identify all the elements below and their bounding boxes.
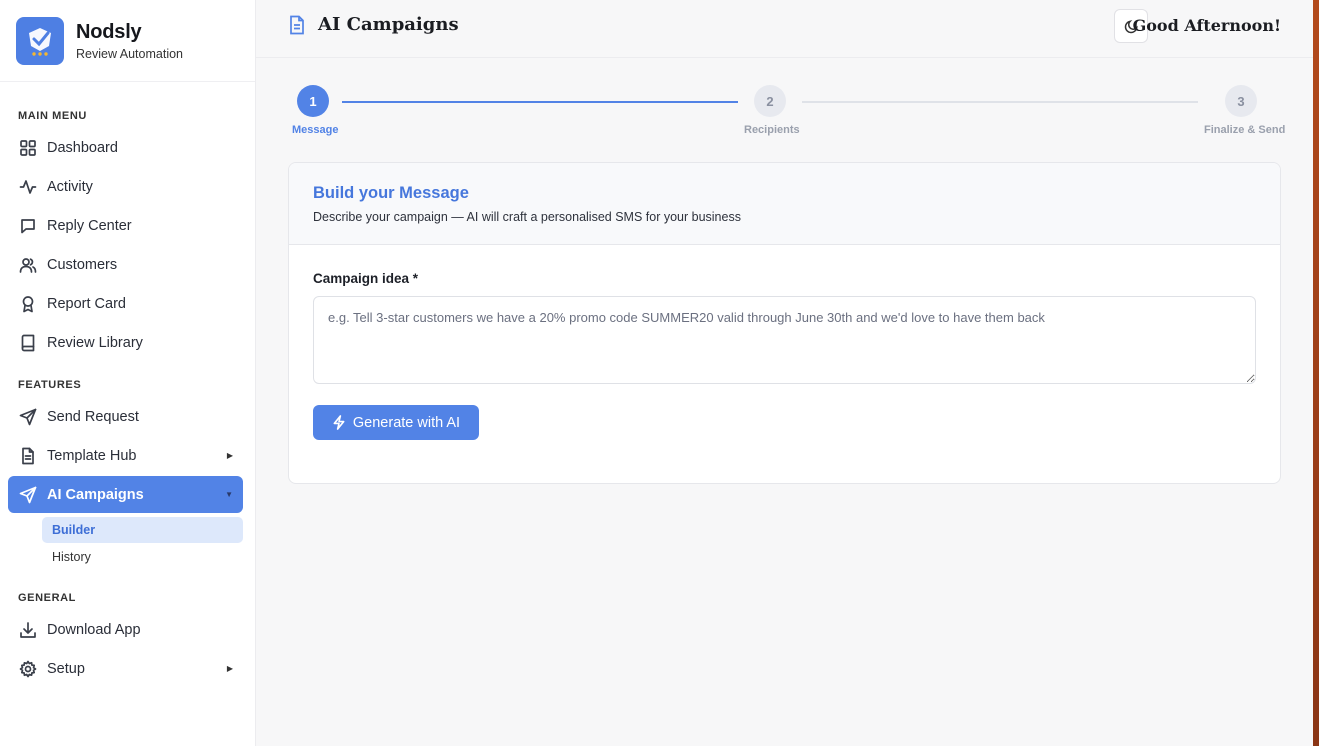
sidebar-item-dashboard[interactable]: Dashboard — [8, 129, 243, 166]
sidebar-item-label: Activity — [47, 178, 93, 195]
file-text-icon — [19, 447, 37, 465]
sidebar-item-activity[interactable]: Activity — [8, 168, 243, 205]
step-1-circle: 1 — [297, 85, 329, 117]
page-title: AI Campaigns — [318, 14, 459, 35]
chat-bubble-icon — [19, 217, 37, 235]
page-title-wrap: AI Campaigns — [288, 14, 459, 35]
brand-name: Nodsly — [76, 20, 142, 43]
card-header: Build your Message Describe your campaig… — [289, 163, 1280, 245]
campaign-idea-label: Campaign idea * — [313, 271, 419, 286]
step-3-circle: 3 — [1225, 85, 1257, 117]
generate-with-ai-button[interactable]: Generate with AI — [313, 405, 479, 440]
sidebar-item-setup[interactable]: Setup ▶ — [8, 650, 243, 687]
sidebar-item-label: Setup — [47, 660, 85, 677]
brand-header: Nodsly Review Automation — [0, 0, 255, 82]
section-label-main-menu: MAIN MENU — [18, 110, 87, 122]
sidebar-item-report-card[interactable]: Report Card — [8, 285, 243, 322]
users-icon — [19, 256, 37, 274]
gear-icon — [19, 660, 37, 678]
document-icon — [290, 15, 304, 34]
sidebar-item-label: Template Hub — [47, 447, 137, 464]
campaign-idea-input[interactable] — [313, 296, 1256, 384]
send-icon — [19, 486, 37, 504]
chevron-right-icon: ▶ — [226, 451, 233, 460]
message-builder-card: Build your Message Describe your campaig… — [288, 162, 1281, 484]
sidebar-item-label: Report Card — [47, 295, 126, 312]
sidebar: Nodsly Review Automation MAIN MENU Dashb… — [0, 0, 256, 746]
chevron-down-icon: ▼ — [225, 490, 233, 499]
step-1-label: Message — [292, 124, 339, 136]
step-3-label: Finalize & Send — [1204, 124, 1286, 136]
grid-icon — [19, 139, 37, 157]
sidebar-item-label: Send Request — [47, 408, 139, 425]
top-bar: AI Campaigns Good Afternoon! — [256, 0, 1313, 58]
sidebar-item-customers[interactable]: Customers — [8, 246, 243, 283]
sidebar-item-review-library[interactable]: Review Library — [8, 324, 243, 361]
book-icon — [19, 334, 37, 352]
brand-subtitle: Review Automation — [76, 46, 184, 61]
sidebar-item-template-hub[interactable]: Template Hub ▶ — [8, 437, 243, 474]
sidebar-subitem-builder[interactable]: Builder — [42, 517, 243, 543]
activity-icon — [19, 178, 37, 196]
app-logo[interactable] — [16, 16, 64, 65]
generate-button-label: Generate with AI — [352, 414, 461, 431]
sidebar-item-label: Download App — [47, 621, 141, 638]
sidebar-item-send-request[interactable]: Send Request — [8, 398, 243, 435]
window-edge-strip — [1313, 0, 1319, 746]
download-icon — [19, 621, 37, 639]
sidebar-item-label: Dashboard — [47, 139, 118, 156]
sidebar-item-label: Review Library — [47, 334, 143, 351]
lightning-icon — [333, 415, 345, 430]
sidebar-subitem-history[interactable]: History — [42, 544, 243, 570]
sidebar-item-ai-campaigns[interactable]: AI Campaigns ▼ — [8, 476, 243, 513]
step-connector-2 — [802, 101, 1198, 103]
send-icon — [19, 408, 37, 426]
sidebar-item-label: Reply Center — [47, 217, 132, 234]
sidebar-item-reply-center[interactable]: Reply Center — [8, 207, 243, 244]
sidebar-item-label: AI Campaigns — [47, 486, 144, 503]
logo-icon — [29, 27, 51, 56]
step-2-circle: 2 — [754, 85, 786, 117]
chevron-right-icon: ▶ — [226, 664, 233, 673]
sidebar-item-label: Customers — [47, 256, 118, 273]
section-label-features: FEATURES — [18, 379, 82, 391]
section-label-general: GENERAL — [18, 592, 76, 604]
greeting-text: Good Afternoon! — [1132, 16, 1281, 35]
sidebar-item-download-app[interactable]: Download App — [8, 611, 243, 648]
card-title: Build your Message — [313, 184, 469, 202]
award-icon — [19, 295, 37, 313]
card-description: Describe your campaign — AI will craft a… — [313, 210, 741, 224]
step-2-label: Recipients — [744, 124, 800, 136]
step-connector-1 — [342, 101, 738, 103]
